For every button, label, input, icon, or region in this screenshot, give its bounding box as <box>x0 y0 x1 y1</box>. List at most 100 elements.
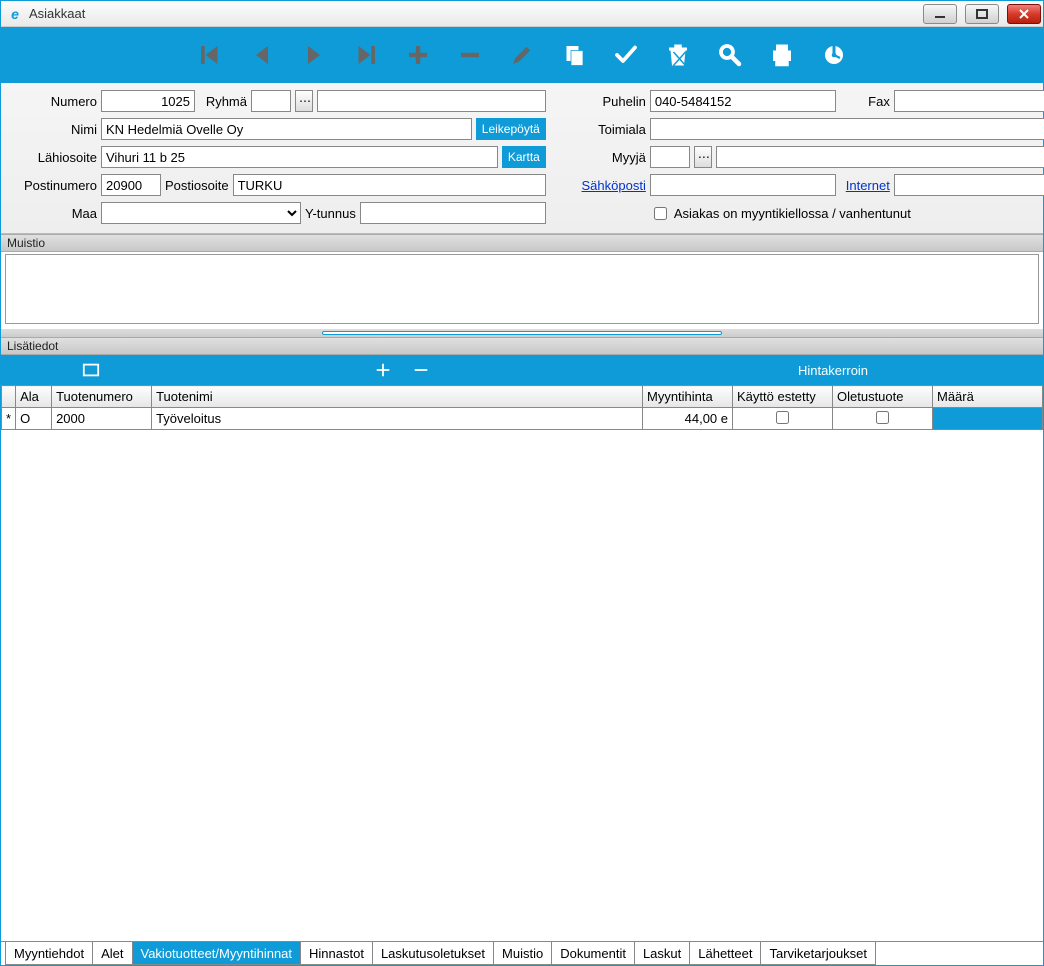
col-tuotenumero[interactable]: Tuotenumero <box>52 386 152 408</box>
tab-laskut[interactable]: Laskut <box>634 942 690 965</box>
sahkoposti-link[interactable]: Sähköposti <box>562 178 646 193</box>
internet-link[interactable]: Internet <box>840 178 890 193</box>
postinumero-input[interactable] <box>101 174 161 196</box>
toimiala-label: Toimiala <box>562 122 646 137</box>
muistio-header: Muistio <box>1 234 1043 252</box>
last-record-button[interactable] <box>349 38 383 72</box>
minimize-button[interactable] <box>923 4 957 24</box>
col-ala[interactable]: Ala <box>16 386 52 408</box>
maximize-button[interactable] <box>965 4 999 24</box>
myyja-label: Myyjä <box>562 150 646 165</box>
add-button[interactable] <box>401 38 435 72</box>
next-record-button[interactable] <box>297 38 331 72</box>
tab-myyntiehdot[interactable]: Myyntiehdot <box>5 942 93 965</box>
bottom-tabs: MyyntiehdotAletVakiotuotteet/Myyntihinna… <box>1 941 1043 965</box>
products-grid[interactable]: Ala Tuotenumero Tuotenimi Myyntihinta Kä… <box>1 385 1043 941</box>
customers-window: e Asiakkaat <box>0 0 1044 966</box>
maa-select[interactable] <box>101 202 301 224</box>
cell-tuotenimi[interactable]: Työveloitus <box>152 408 643 430</box>
copy-button[interactable] <box>557 38 591 72</box>
print-button[interactable] <box>765 38 799 72</box>
numero-label: Numero <box>9 94 97 109</box>
ryhma-input[interactable] <box>251 90 291 112</box>
myyntikielto-checkbox[interactable] <box>654 207 667 220</box>
remove-button[interactable] <box>453 38 487 72</box>
prev-record-button[interactable] <box>245 38 279 72</box>
kaytto-estetty-checkbox[interactable] <box>776 411 789 424</box>
cell-ala[interactable]: O <box>16 408 52 430</box>
ryhma-text-input[interactable] <box>317 90 546 112</box>
cell-tuotenumero[interactable]: 2000 <box>52 408 152 430</box>
row-add-button[interactable] <box>372 359 394 381</box>
toimiala-input[interactable] <box>650 118 1044 140</box>
grid-header-row: Ala Tuotenumero Tuotenimi Myyntihinta Kä… <box>2 386 1043 408</box>
puhelin-input[interactable] <box>650 90 836 112</box>
myyja-text-input[interactable] <box>716 146 1044 168</box>
fax-label: Fax <box>840 94 890 109</box>
ryhma-lookup-button[interactable]: ⋯ <box>295 90 313 112</box>
cell-kaytto-estetty[interactable] <box>733 408 833 430</box>
col-rowmarker[interactable] <box>2 386 16 408</box>
splitter-grip-icon <box>322 331 722 335</box>
leikepoyta-button[interactable]: Leikepöytä <box>476 118 546 140</box>
search-button[interactable] <box>713 38 747 72</box>
cell-maara[interactable] <box>933 408 1043 430</box>
fax-input[interactable] <box>894 90 1044 112</box>
ytunnus-input[interactable] <box>360 202 546 224</box>
puhelin-label: Puhelin <box>562 94 646 109</box>
myyntikielto-label: Asiakas on myyntikiellossa / vanhentunut <box>674 206 911 221</box>
titlebar: e Asiakkaat <box>1 1 1043 27</box>
col-tuotenimi[interactable]: Tuotenimi <box>152 386 643 408</box>
cell-oletustuote[interactable] <box>833 408 933 430</box>
ryhma-label: Ryhmä <box>199 94 247 109</box>
tab-vakiotuotteet-myyntihinnat[interactable]: Vakiotuotteet/Myyntihinnat <box>132 942 302 965</box>
sahkoposti-input[interactable] <box>650 174 836 196</box>
trash-button[interactable] <box>661 38 695 72</box>
row-marker: * <box>2 408 16 430</box>
myyja-lookup-button[interactable]: ⋯ <box>694 146 712 168</box>
lahiosoite-label: Lähiosoite <box>9 150 97 165</box>
lahiosoite-input[interactable] <box>101 146 498 168</box>
col-myyntihinta[interactable]: Myyntihinta <box>643 386 733 408</box>
ytunnus-label: Y-tunnus <box>305 206 356 221</box>
tab-tarviketarjoukset[interactable]: Tarviketarjoukset <box>760 942 876 965</box>
window-title: Asiakkaat <box>29 6 85 21</box>
header-form: Numero Ryhmä ⋯ Puhelin Fax Nimi Leikepöy… <box>1 83 1043 234</box>
table-row[interactable]: *O2000Työveloitus44,00 e <box>2 408 1043 430</box>
tab-dokumentit[interactable]: Dokumentit <box>551 942 635 965</box>
edit-button[interactable] <box>505 38 539 72</box>
nimi-label: Nimi <box>9 122 97 137</box>
hintakerroin-label: Hintakerroin <box>798 363 868 378</box>
tools-button[interactable] <box>817 38 851 72</box>
cell-myyntihinta[interactable]: 44,00 e <box>643 408 733 430</box>
window-icon[interactable] <box>80 359 102 381</box>
lisatiedot-header: Lisätiedot <box>1 337 1043 355</box>
sub-toolbar: Hintakerroin <box>1 355 1043 385</box>
postinumero-label: Postinumero <box>9 178 97 193</box>
tab-l-hetteet[interactable]: Lähetteet <box>689 942 761 965</box>
col-oletustuote[interactable]: Oletustuote <box>833 386 933 408</box>
close-button[interactable] <box>1007 4 1041 24</box>
nimi-input[interactable] <box>101 118 472 140</box>
row-remove-button[interactable] <box>410 359 432 381</box>
tab-laskutusoletukset[interactable]: Laskutusoletukset <box>372 942 494 965</box>
splitter[interactable] <box>1 329 1043 337</box>
tab-muistio[interactable]: Muistio <box>493 942 552 965</box>
tab-hinnastot[interactable]: Hinnastot <box>300 942 373 965</box>
oletustuote-checkbox[interactable] <box>876 411 889 424</box>
app-icon: e <box>7 6 23 22</box>
confirm-button[interactable] <box>609 38 643 72</box>
postiosoite-label: Postiosoite <box>165 178 229 193</box>
kartta-button[interactable]: Kartta <box>502 146 546 168</box>
muistio-textarea[interactable] <box>5 254 1039 324</box>
internet-input[interactable] <box>894 174 1044 196</box>
myyja-input[interactable] <box>650 146 690 168</box>
first-record-button[interactable] <box>193 38 227 72</box>
main-toolbar <box>1 27 1043 83</box>
numero-input[interactable] <box>101 90 195 112</box>
postiosoite-input[interactable] <box>233 174 546 196</box>
col-kaytto-estetty[interactable]: Käyttö estetty <box>733 386 833 408</box>
maa-label: Maa <box>9 206 97 221</box>
tab-alet[interactable]: Alet <box>92 942 132 965</box>
col-maara[interactable]: Määrä <box>933 386 1043 408</box>
